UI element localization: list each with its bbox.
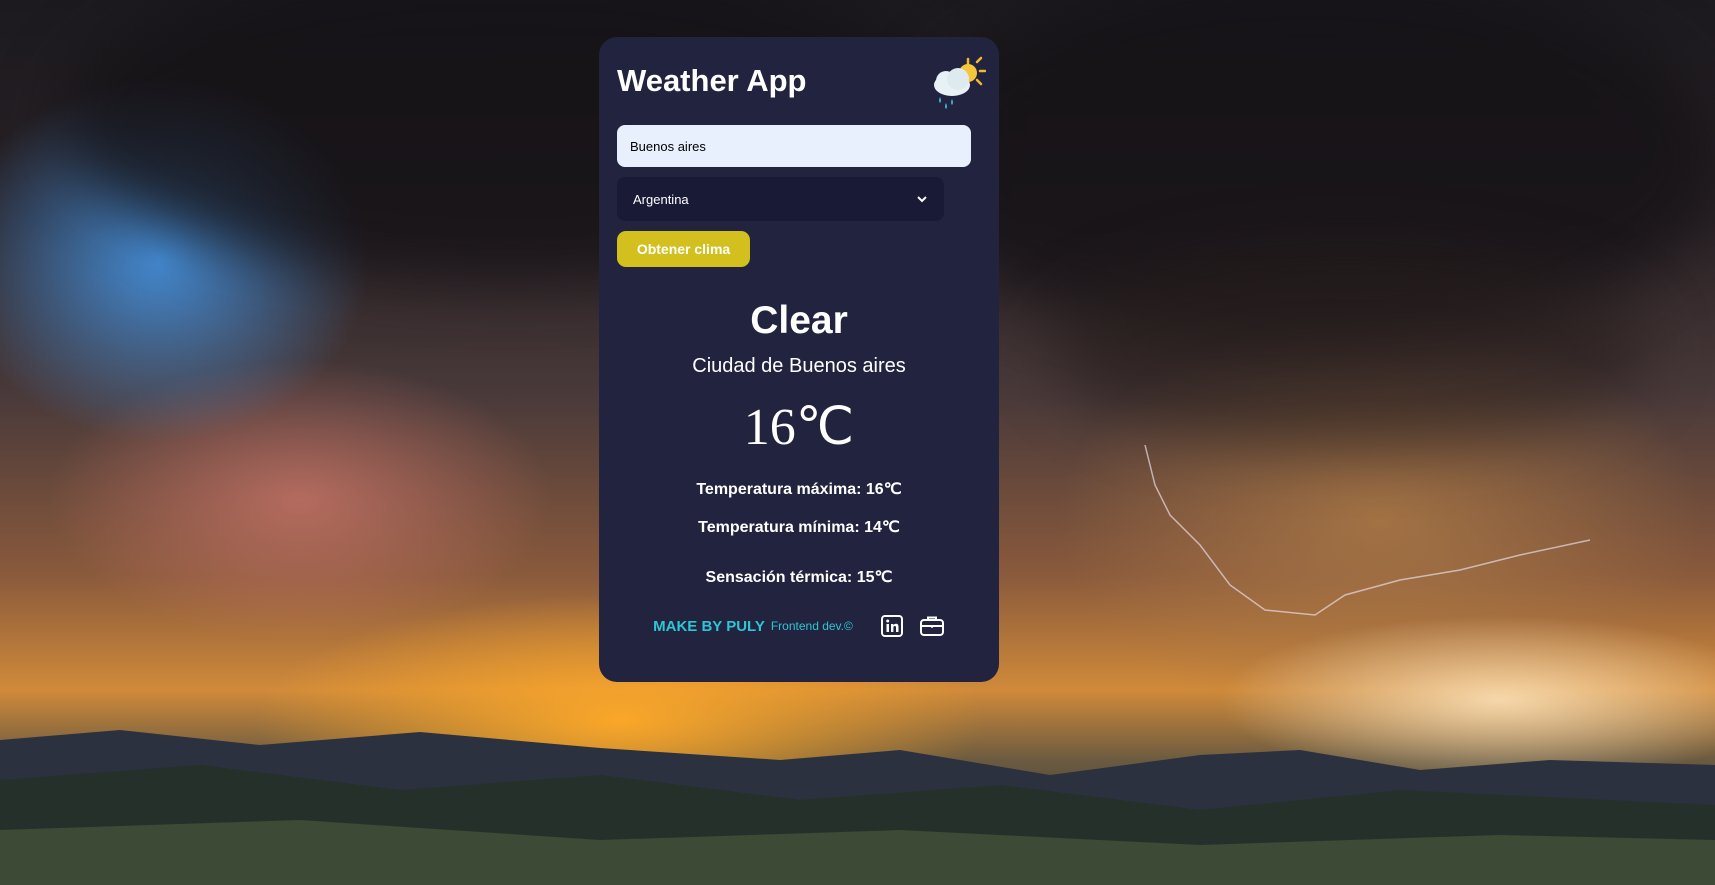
footer-brand: MAKE BY PULY — [653, 617, 765, 635]
weather-condition: Clear — [750, 299, 848, 342]
city-input[interactable] — [617, 125, 971, 167]
footer-subtitle: Frontend dev.© — [770, 619, 853, 633]
country-select[interactable]: Argentina — [617, 177, 944, 221]
linkedin-icon[interactable] — [879, 613, 905, 639]
footer: MAKE BY PULY Frontend dev.© — [599, 613, 999, 639]
app-title: Weather App — [617, 63, 807, 98]
get-weather-button[interactable]: Obtener clima — [617, 231, 750, 267]
weather-logo-icon — [934, 56, 986, 109]
city-name: Ciudad de Buenos aires — [692, 355, 906, 377]
feels-like-temperature: Sensación térmica: 15℃ — [705, 569, 893, 586]
chevron-down-icon — [917, 196, 927, 203]
country-select-value: Argentina — [633, 191, 689, 207]
max-temperature: Temperatura máxima: 16℃ — [696, 481, 902, 498]
weather-card: Weather App Argentina Obtener clima Clea… — [599, 37, 999, 682]
min-temperature: Temperatura mínima: 14℃ — [698, 519, 900, 536]
briefcase-icon[interactable] — [919, 613, 945, 639]
current-temperature: 16℃ — [743, 399, 855, 456]
